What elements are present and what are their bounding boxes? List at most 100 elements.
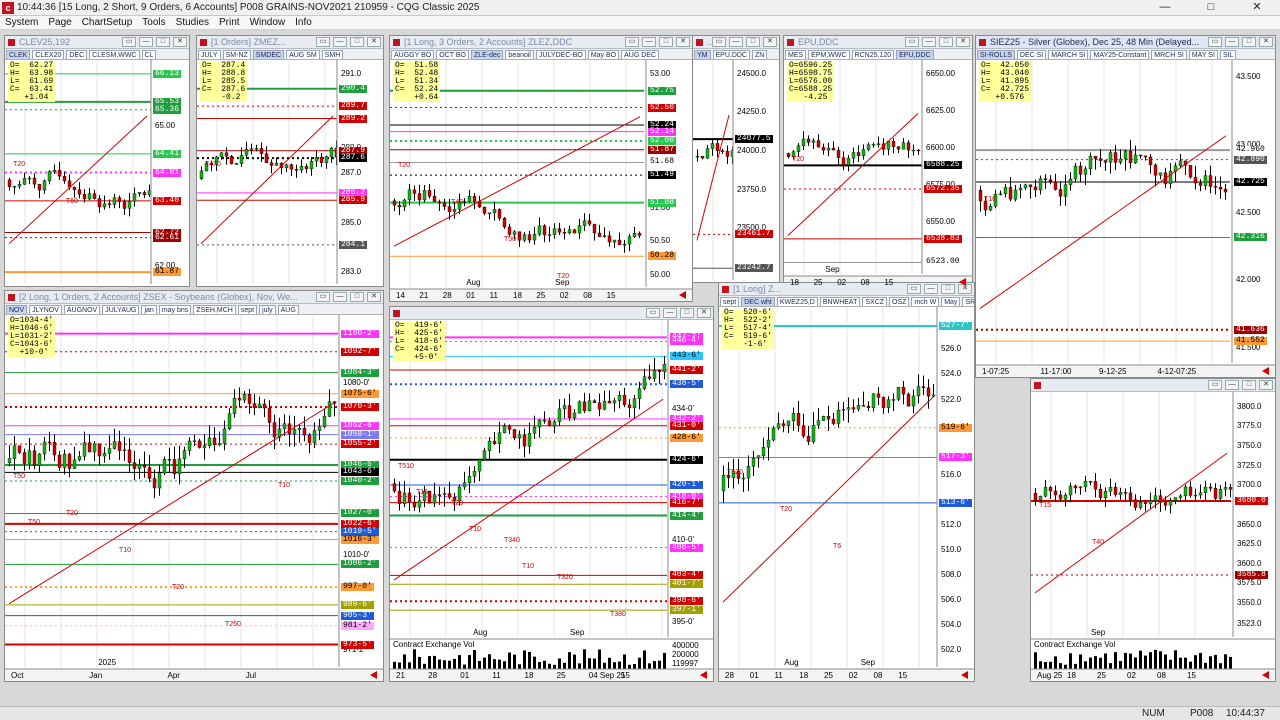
scroll-to-end-button[interactable] — [1262, 367, 1269, 375]
chart-tab[interactable]: CL — [141, 50, 157, 59]
menu-print[interactable]: Print — [214, 17, 245, 28]
restore-icon[interactable]: ▭ — [316, 37, 330, 47]
minimize-icon[interactable]: — — [333, 37, 347, 47]
chart-tab[interactable]: MAY25-Constant — [1090, 50, 1150, 59]
chart-tab[interactable]: AUG — [277, 305, 299, 314]
chart-tab[interactable]: sept — [237, 305, 258, 314]
chart-plot-area[interactable]: 24500.024250.024077.524000.023750.023500… — [693, 60, 779, 282]
chart-plot-area[interactable]: 3800.0 3775.0 3750.0 3725.0 3700.0 3680.0 3650… — [1031, 392, 1275, 681]
chart-tab[interactable]: jan — [141, 305, 157, 314]
minimize-icon[interactable]: — — [663, 308, 677, 318]
chart-tab[interactable]: MAY SI — [1188, 50, 1218, 59]
scroll-to-end-button[interactable] — [961, 671, 968, 679]
minimize-icon[interactable]: — — [729, 37, 743, 47]
chart-tab[interactable]: EPU,DDC — [896, 50, 934, 59]
chart-tab[interactable]: JLYNOV — [29, 305, 62, 314]
chart-plot-area[interactable]: 447-2'446-4'443-6'441-2'438-5'434-0'432-… — [390, 320, 713, 681]
chart-tab[interactable]: EPM,WWC — [808, 50, 850, 59]
restore-icon[interactable]: ▭ — [905, 37, 919, 47]
maximize-icon[interactable]: □ — [156, 37, 170, 47]
chart-tab[interactable]: NOV — [6, 305, 28, 314]
minimize-icon[interactable]: — — [1225, 37, 1239, 47]
close-icon[interactable]: ✕ — [956, 37, 970, 47]
chart-tab[interactable]: AUGGY BO — [391, 50, 435, 59]
chart-tab[interactable]: sept — [720, 297, 740, 306]
restore-icon[interactable]: ▭ — [1208, 380, 1222, 390]
chart-tab[interactable]: YM — [694, 50, 711, 59]
menu-window[interactable]: Window — [245, 17, 291, 28]
minimize-icon[interactable]: — — [922, 37, 936, 47]
chart-tab[interactable]: MES — [785, 50, 807, 59]
menu-system[interactable]: System — [0, 17, 43, 28]
close-icon[interactable]: ✕ — [676, 37, 690, 47]
close-icon[interactable]: ✕ — [1259, 37, 1273, 47]
chart-plot-area[interactable]: 6650.006625.006600.006588.256575.006572.… — [784, 60, 972, 288]
scroll-to-end-button[interactable] — [700, 671, 707, 679]
maximize-icon[interactable]: □ — [350, 37, 364, 47]
restore-icon[interactable]: ▭ — [1208, 37, 1222, 47]
chart-tab[interactable]: MARCH SI — [1048, 50, 1089, 59]
chart-tab[interactable]: SXCZ — [862, 297, 888, 306]
chart-plot-area[interactable]: 65.5365.3666.1365.0064.4164.0163.4062.72… — [5, 60, 189, 286]
chart-tab[interactable]: july — [259, 305, 276, 314]
maximize-icon[interactable]: □ — [350, 292, 364, 302]
chart-tab[interactable]: ZSEH,MCH — [193, 305, 236, 314]
chart-tab[interactable]: DEC wht — [741, 297, 775, 306]
chart-plot-area[interactable]: 1100-2' 1092-7' 1084-3'1080-0'1075-6' 1070-… — [5, 315, 383, 681]
chart-tab[interactable]: OCT BO — [436, 50, 469, 59]
chart-tab[interactable]: KWEZ25,D — [776, 297, 818, 306]
restore-icon[interactable]: ▭ — [625, 37, 639, 47]
chart-plot-area[interactable]: 291.0290.4289.7289.2288.0287.9287.6287.0… — [197, 60, 383, 286]
close-icon[interactable]: ✕ — [1234, 0, 1280, 16]
maximize-icon[interactable]: □ — [680, 308, 694, 318]
chart-tab[interactable]: AUGNOV — [63, 305, 101, 314]
chart-plot-area[interactable]: 43.50043.00042.96042.89042.72542.50042.3… — [976, 60, 1275, 377]
chart-tab[interactable]: SI-ROLLS — [977, 50, 1015, 59]
chart-tab[interactable]: AUG SM — [286, 50, 320, 59]
maximize-icon[interactable]: □ — [1242, 380, 1256, 390]
restore-icon[interactable]: ▭ — [907, 284, 921, 294]
chart-tab[interactable]: May BO — [587, 50, 620, 59]
chart-tab[interactable]: EPU,DDC — [712, 50, 751, 59]
chart-tab[interactable]: JULYDEC-BO — [535, 50, 586, 59]
restore-icon[interactable]: ▭ — [316, 292, 330, 302]
chart-plot-area[interactable]: 527-7' 526.0 524.0 522.0 519-6' 517-3' 516.0 51… — [719, 307, 974, 681]
scroll-to-end-button[interactable] — [959, 278, 966, 286]
minimize-icon[interactable]: — — [333, 292, 347, 302]
chart-tab[interactable]: SMH — [321, 50, 344, 59]
chart-tab[interactable]: SMDEC — [252, 50, 285, 59]
chart-tab[interactable]: JULY — [198, 50, 221, 59]
restore-icon[interactable]: ▭ — [712, 37, 726, 47]
chart-tab[interactable]: beanoil — [505, 50, 534, 59]
chart-tab[interactable]: JULYAUG — [102, 305, 140, 314]
menu-tools[interactable]: Tools — [137, 17, 170, 28]
restore-icon[interactable]: ▭ — [122, 37, 136, 47]
minimize-icon[interactable]: — — [139, 37, 153, 47]
chart-tab[interactable]: mch W — [911, 297, 940, 306]
chart-tab[interactable]: CLEX20 — [32, 50, 65, 59]
chart-tab[interactable]: may bns — [158, 305, 192, 314]
minimize-icon[interactable]: — — [1142, 0, 1188, 16]
scroll-to-end-button[interactable] — [1262, 671, 1269, 679]
chart-tab[interactable]: SM-NZ — [222, 50, 251, 59]
maximize-icon[interactable]: □ — [939, 37, 953, 47]
maximize-icon[interactable]: □ — [746, 37, 760, 47]
chart-tab[interactable]: AUG DEC — [621, 50, 660, 59]
chart-tab[interactable]: MRCH SI — [1151, 50, 1187, 59]
chart-tab[interactable]: ZN — [752, 50, 768, 59]
close-icon[interactable]: ✕ — [367, 37, 381, 47]
chart-tab[interactable]: SIL — [1219, 50, 1237, 59]
close-icon[interactable]: ✕ — [697, 308, 711, 318]
close-icon[interactable]: ✕ — [763, 37, 777, 47]
chart-tab[interactable]: RCN25,120 — [851, 50, 895, 59]
maximize-icon[interactable]: □ — [659, 37, 673, 47]
chart-tab[interactable]: OSZ — [889, 297, 910, 306]
minimize-icon[interactable]: — — [1225, 380, 1239, 390]
menu-page[interactable]: Page — [43, 17, 76, 28]
maximize-icon[interactable]: □ — [1188, 0, 1234, 16]
chart-tab[interactable]: CLESM,WWC — [89, 50, 140, 59]
chart-tab[interactable]: ZLE-dec — [470, 50, 504, 59]
close-icon[interactable]: ✕ — [367, 292, 381, 302]
chart-plot-area[interactable]: 53.0052.7552.5052.2452.0051.6851.4951.00… — [390, 60, 692, 301]
chart-tab[interactable]: SR — [962, 297, 974, 306]
